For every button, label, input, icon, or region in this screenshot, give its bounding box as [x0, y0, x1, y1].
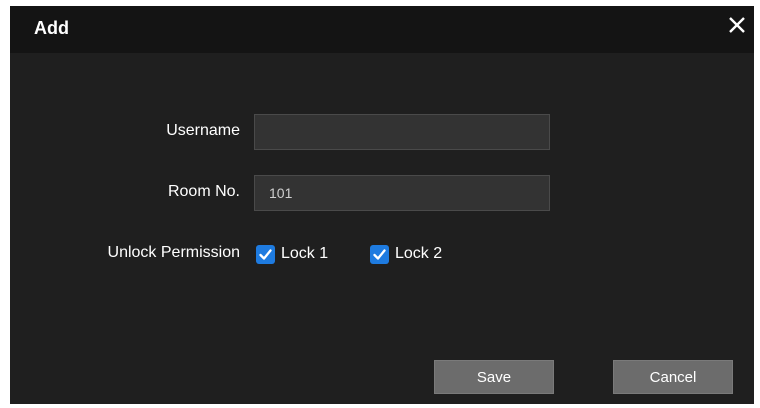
room-no-label: Room No. — [167, 183, 240, 200]
username-label: Username — [166, 122, 240, 139]
lock-2-label: Lock 2 — [395, 245, 443, 262]
check-icon — [370, 244, 389, 264]
lock-1-checkbox[interactable]: Lock 1 — [256, 243, 328, 265]
dialog-title: Add — [34, 18, 69, 38]
save-button[interactable]: Save — [434, 360, 554, 394]
check-icon — [256, 244, 275, 264]
lock-2-checkbox[interactable]: Lock 2 — [370, 243, 442, 265]
lock-1-label: Lock 1 — [281, 245, 329, 262]
dialog-titlebar: Add — [10, 6, 754, 53]
cancel-button[interactable]: Cancel — [613, 360, 733, 394]
add-dialog: Add Username Room No. Unlock Permission … — [10, 6, 754, 404]
username-input[interactable] — [254, 114, 550, 150]
unlock-permission-label: Unlock Permission — [107, 244, 240, 261]
room-no-input[interactable] — [254, 175, 550, 211]
close-icon[interactable] — [726, 14, 748, 36]
